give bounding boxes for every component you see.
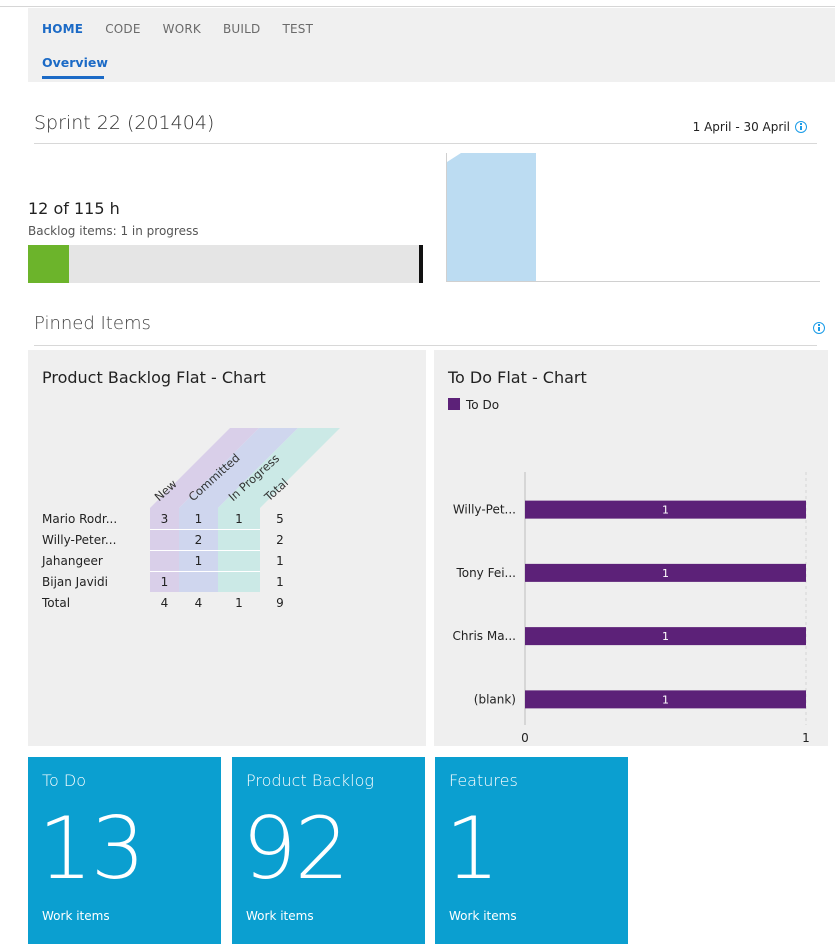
pinned-info-icon[interactable] <box>813 322 825 334</box>
burndown-area[interactable] <box>447 153 536 281</box>
pivot-cell[interactable]: 4 <box>179 596 218 610</box>
capacity-progress-bar[interactable] <box>28 245 423 283</box>
x-tick-label: 1 <box>802 731 810 745</box>
pivot-cell[interactable]: 1 <box>218 512 260 526</box>
pivot-cell[interactable]: 1 <box>272 575 288 589</box>
pivot-cell[interactable]: 3 <box>150 512 179 526</box>
bar-data-label: 1 <box>662 504 669 517</box>
category-label: Chris Ma... <box>453 629 516 643</box>
tab-build[interactable]: BUILD <box>223 22 260 36</box>
pivot-row-label: Jahangeer <box>42 554 103 568</box>
pivot-row-separator <box>150 529 260 530</box>
pivot-row-label: Total <box>42 596 71 610</box>
tile-features[interactable]: Features 1 Work items <box>435 757 628 944</box>
subtab-overview[interactable]: Overview <box>42 55 108 70</box>
tile-subtitle: Work items <box>246 909 314 923</box>
product-backlog-chart-panel[interactable]: Product Backlog Flat - Chart New Committe… <box>28 350 426 746</box>
pivot-row-separator <box>150 550 260 551</box>
legend-label: To Do <box>465 398 499 412</box>
x-tick-label: 0 <box>521 731 529 745</box>
pivot-row-label: Mario Rodr... <box>42 512 118 526</box>
legend-swatch <box>448 398 460 410</box>
tile-title: Product Backlog <box>246 771 375 790</box>
pivot-cell[interactable]: 1 <box>272 554 288 568</box>
sprint-title[interactable]: Sprint 22 (201404) <box>34 112 214 134</box>
sprint-date-range: 1 April - 30 April <box>692 120 790 134</box>
tile-count: 1 <box>445 799 500 899</box>
tab-home[interactable]: HOME <box>42 22 83 36</box>
tile-todo[interactable]: To Do 13 Work items <box>28 757 221 944</box>
sprint-dates: 1 April - 30 April <box>693 120 807 134</box>
bar-data-label: 1 <box>662 693 669 706</box>
tile-subtitle: Work items <box>42 909 110 923</box>
top-navigation: HOME CODE WORK BUILD TEST Overview <box>28 8 835 82</box>
burndown-notch <box>447 153 461 162</box>
pinned-items-title: Pinned Items <box>34 313 151 334</box>
category-label: (blank) <box>474 692 516 706</box>
tile-title: To Do <box>42 771 87 790</box>
nav-tabs: HOME CODE WORK BUILD TEST <box>42 22 335 36</box>
bar-data-label: 1 <box>662 630 669 643</box>
pivot-row-label: Bijan Javidi <box>42 575 108 589</box>
top-divider <box>0 6 835 7</box>
todo-chart-panel[interactable]: To Do Flat - Chart To Do Willy-Pet... 1 Ton… <box>434 350 828 746</box>
capacity-progress-fill <box>28 245 70 283</box>
pivot-cell[interactable]: 5 <box>272 512 288 526</box>
category-label: Tony Fei... <box>455 566 516 580</box>
tile-title: Features <box>449 771 518 790</box>
pivot-cell[interactable]: 1 <box>179 554 218 568</box>
tile-product-backlog[interactable]: Product Backlog 92 Work items <box>232 757 425 944</box>
tab-work[interactable]: WORK <box>163 22 201 36</box>
pivot-cell[interactable]: 9 <box>272 596 288 610</box>
sprint-hours: 12 of 115 h <box>28 199 120 218</box>
burndown-baseline <box>447 281 820 282</box>
tile-count: 92 <box>242 799 349 899</box>
capacity-marker <box>419 245 423 283</box>
pivot-cell[interactable]: 2 <box>179 533 218 547</box>
backlog-status: Backlog items: 1 in progress <box>28 224 199 238</box>
pivot-cell[interactable]: 4 <box>150 596 179 610</box>
pivot-cell[interactable]: 2 <box>272 533 288 547</box>
bar-data-label: 1 <box>662 567 669 580</box>
tab-test[interactable]: TEST <box>282 22 313 36</box>
tile-count: 13 <box>38 799 145 899</box>
info-icon[interactable] <box>795 121 807 133</box>
pinned-divider <box>34 345 817 346</box>
tab-code[interactable]: CODE <box>105 22 140 36</box>
pivot-cell[interactable]: 1 <box>218 596 260 610</box>
pivot-row-separator <box>150 571 260 572</box>
tile-subtitle: Work items <box>449 909 517 923</box>
pivot-cell[interactable]: 1 <box>179 512 218 526</box>
pivot-cell[interactable]: 1 <box>150 575 179 589</box>
category-label: Willy-Pet... <box>453 503 516 517</box>
pivot-row-label: Willy-Peter... <box>42 533 117 547</box>
todo-bar-chart: To Do Willy-Pet... 1 Tony Fei... 1 Chris Ma..… <box>448 398 810 745</box>
subtab-underline <box>42 76 104 79</box>
sprint-divider <box>34 143 817 144</box>
